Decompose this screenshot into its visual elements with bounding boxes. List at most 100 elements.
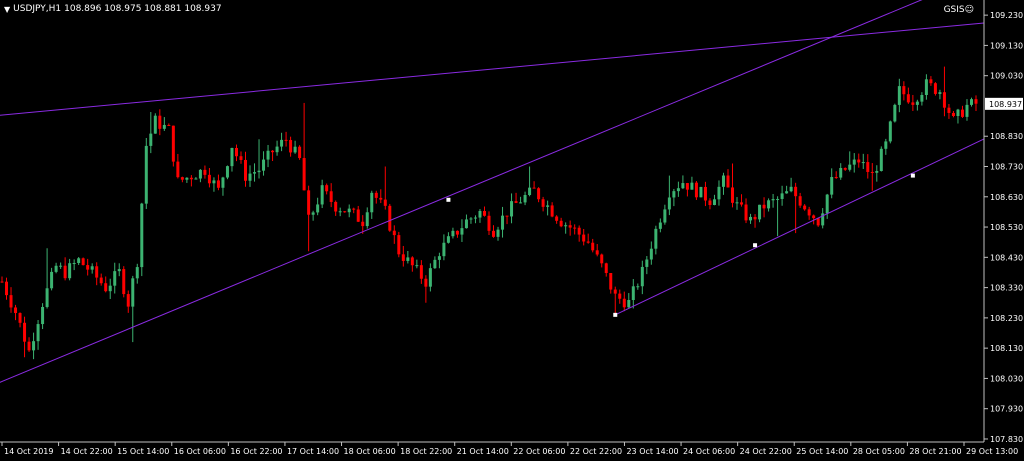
candle-body xyxy=(216,180,220,188)
candle-body xyxy=(59,265,63,267)
candle-body xyxy=(884,141,888,149)
candle-body xyxy=(708,200,712,205)
x-tick-label: 17 Oct 14:00 xyxy=(287,447,339,456)
candle-body xyxy=(392,230,396,236)
candle-body xyxy=(568,225,572,228)
candle-body xyxy=(325,185,329,192)
candle-body xyxy=(95,266,99,278)
symbol-header[interactable]: ▼ USDJPY,H1 108.896 108.975 108.881 108.… xyxy=(4,4,222,14)
candle-body xyxy=(712,199,716,205)
candle-body xyxy=(189,177,193,180)
candle-body xyxy=(933,83,937,94)
candle-body xyxy=(253,172,257,174)
candle-body xyxy=(365,212,369,227)
candle-body xyxy=(234,147,238,157)
y-tick-label: 107.830 xyxy=(990,435,1023,444)
candle-body xyxy=(266,150,270,160)
candle-body xyxy=(455,230,459,235)
candle-body xyxy=(920,94,924,102)
candle-body xyxy=(753,216,757,220)
candle-body xyxy=(72,262,76,264)
candle-body xyxy=(550,205,554,217)
candle-body xyxy=(140,203,144,268)
candle-body xyxy=(870,171,874,173)
y-tick-label: 107.930 xyxy=(990,405,1023,414)
indicator-label: GSIS☺ xyxy=(943,5,974,15)
x-tick-label: 23 Oct 14:00 xyxy=(626,447,678,456)
current-price-label: 108.937 xyxy=(989,100,1022,109)
candle-body xyxy=(785,191,789,194)
candle-body xyxy=(0,281,4,283)
y-tick-label: 109.230 xyxy=(990,11,1023,20)
candle-body xyxy=(428,268,432,287)
candle-body xyxy=(875,171,879,173)
candle-body xyxy=(591,242,595,251)
candle-body xyxy=(564,225,568,227)
candle-body xyxy=(50,271,54,289)
candle-body xyxy=(906,94,910,103)
candle-body xyxy=(419,265,423,279)
candle-body xyxy=(582,234,586,242)
y-tick-label: 108.130 xyxy=(990,344,1023,353)
candle-body xyxy=(343,211,347,213)
candle-body xyxy=(546,205,550,207)
candle-body xyxy=(108,285,112,292)
candle-body xyxy=(505,215,509,217)
candle-body xyxy=(81,258,85,266)
candle-body xyxy=(338,211,342,213)
candle-body xyxy=(609,272,613,290)
candle-body xyxy=(767,200,771,209)
candle-body xyxy=(816,218,820,226)
candle-body xyxy=(68,263,72,279)
candle-body xyxy=(460,228,464,235)
x-tick-label: 25 Oct 14:00 xyxy=(796,447,848,456)
candle-body xyxy=(162,124,166,129)
price-chart[interactable]: 109.230 109.130 109.030 108.830 108.730 108.6… xyxy=(0,0,1024,457)
candle-body xyxy=(685,183,689,190)
candle-body xyxy=(731,187,734,203)
candle-body xyxy=(501,215,505,230)
candle-body xyxy=(762,204,766,209)
candle-body xyxy=(690,182,694,190)
dropdown-arrow-icon[interactable]: ▼ xyxy=(4,5,10,14)
candle-body xyxy=(212,180,216,184)
y-axis-ticks: 109.230 109.130 109.030 108.830 108.730 108.6… xyxy=(984,11,1023,444)
candle-body xyxy=(843,167,847,170)
y-tick-label: 108.330 xyxy=(990,284,1023,293)
candle-body xyxy=(974,99,978,104)
x-tick-label: 21 Oct 14:00 xyxy=(457,447,509,456)
candle-body xyxy=(320,185,324,205)
candle-body xyxy=(275,146,279,153)
candle-body xyxy=(541,199,545,207)
trendline-anchor-point[interactable] xyxy=(613,312,618,317)
candle-body xyxy=(776,198,780,200)
candle-body xyxy=(271,150,275,153)
candle-body xyxy=(902,86,906,95)
x-tick-label: 14 Oct 22:00 xyxy=(61,447,113,456)
candle-body xyxy=(807,209,811,216)
candle-body xyxy=(749,216,753,221)
trendline-anchor-point[interactable] xyxy=(446,197,451,202)
candle-body xyxy=(622,298,626,308)
candle-body xyxy=(627,300,631,308)
candle-body xyxy=(780,193,784,199)
trendline-anchor-point[interactable] xyxy=(753,243,758,248)
candle-body xyxy=(595,250,599,255)
chart-area[interactable]: 109.230 109.130 109.030 108.830 108.730 108.6… xyxy=(0,0,1024,457)
x-tick-label: 28 Oct 05:00 xyxy=(853,447,905,456)
candle-body xyxy=(879,148,883,172)
candle-body xyxy=(239,156,243,160)
candle-body xyxy=(496,229,500,237)
x-tick-label: 24 Oct 06:00 xyxy=(683,447,735,456)
candle-body xyxy=(370,192,374,213)
candle-body xyxy=(86,265,90,270)
candle-body xyxy=(577,227,581,235)
candle-body xyxy=(519,202,523,204)
candle-body xyxy=(9,295,13,308)
candle-body xyxy=(803,205,807,210)
y-tick-label: 108.830 xyxy=(990,132,1023,141)
candle-body xyxy=(636,286,640,288)
symbol-label: USDJPY,H1 xyxy=(13,4,62,14)
trendline-anchor-point[interactable] xyxy=(910,173,915,178)
candle-body xyxy=(374,192,378,198)
